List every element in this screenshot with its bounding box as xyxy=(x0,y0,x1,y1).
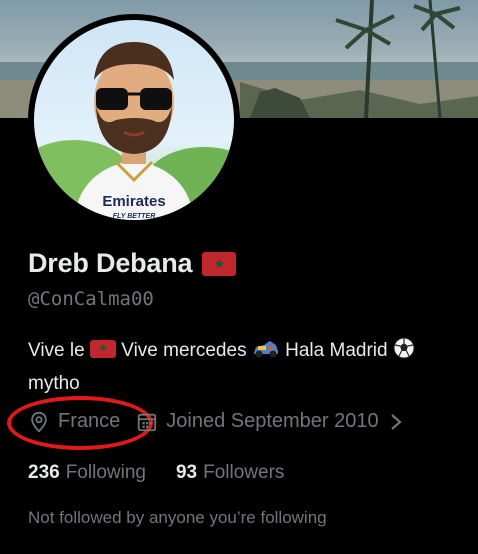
morocco-flag-icon xyxy=(202,251,237,276)
following-label: Following xyxy=(65,462,146,483)
following-count: 236 xyxy=(28,462,60,483)
avatar-frame[interactable]: Emirates FLY BETTER xyxy=(28,14,240,226)
join-date-text: Joined September 2010 xyxy=(166,410,379,432)
display-name-row: Dreb Debana xyxy=(28,248,237,279)
location-text: France xyxy=(58,410,121,432)
calendar-icon xyxy=(138,413,157,431)
followers-label: Followers xyxy=(203,462,285,483)
followers-link[interactable]: 93 Followers xyxy=(176,462,284,484)
location: France xyxy=(28,410,120,433)
display-name: Dreb Debana xyxy=(28,248,193,278)
profile-meta: France Joined September 2010 xyxy=(28,410,405,433)
bio-text-line-2: mytho xyxy=(28,373,80,394)
race-car-icon xyxy=(252,337,280,369)
soccer-ball-icon xyxy=(393,337,415,369)
bio-text-2: Vive mercedes xyxy=(121,340,247,361)
follow-stats: 236 Following 93 Followers xyxy=(28,462,284,484)
bio-text-1: Vive le xyxy=(28,340,85,361)
join-date[interactable]: Joined September 2010 xyxy=(136,410,404,433)
bio: Vive le Vive mercedes Hala Madrid mytho xyxy=(28,336,478,399)
followers-count: 93 xyxy=(175,462,198,483)
map-pin-icon xyxy=(31,411,47,432)
following-link[interactable]: 236 Following xyxy=(28,462,146,484)
avatar-shirt-text: Emirates xyxy=(102,193,165,210)
avatar-shirt-subtext: FLY BETTER xyxy=(113,213,156,220)
avatar[interactable]: Emirates FLY BETTER xyxy=(34,20,234,220)
user-handle: @ConCalma00 xyxy=(28,288,154,310)
chevron-right-icon[interactable] xyxy=(387,411,405,433)
bio-text-3: Hala Madrid xyxy=(285,340,388,361)
morocco-flag-icon xyxy=(89,340,116,358)
followers-you-know-note: Not followed by anyone you’re following xyxy=(28,508,327,527)
